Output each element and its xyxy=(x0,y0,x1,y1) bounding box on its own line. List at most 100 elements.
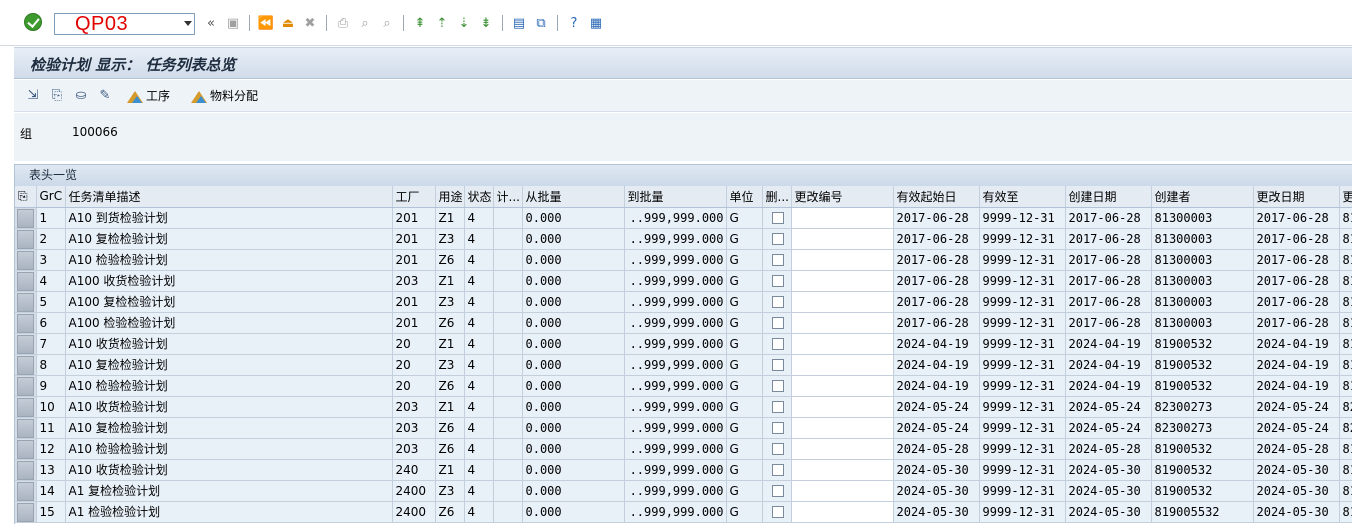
cell-grc[interactable]: 11 xyxy=(36,417,66,439)
cell-changed-on[interactable]: 2017-06-28 xyxy=(1253,249,1340,271)
column-header[interactable]: 工厂 xyxy=(392,186,436,208)
cell-to[interactable]: ..999,999.000 xyxy=(624,249,727,271)
cell-grc[interactable]: 2 xyxy=(36,228,66,250)
cell-from[interactable]: 0.000 xyxy=(522,459,625,481)
cell-changed-on[interactable]: 2017-06-28 xyxy=(1253,291,1340,313)
deletion-checkbox-cell[interactable] xyxy=(762,333,792,355)
column-header[interactable]: 计... xyxy=(493,186,523,208)
save-icon[interactable]: ▣ xyxy=(224,14,242,32)
cell-change[interactable] xyxy=(791,312,894,334)
cell-desc[interactable]: A1 检验检验计划 xyxy=(65,501,393,523)
shortcut-icon[interactable]: ⧉ xyxy=(532,14,550,32)
column-header[interactable]: 到批量 xyxy=(624,186,727,208)
cell-grc[interactable]: 7 xyxy=(36,333,66,355)
cell-valid-to[interactable]: 9999-12-31 xyxy=(979,480,1066,502)
cell-to[interactable]: ..999,999.000 xyxy=(624,459,727,481)
column-header[interactable]: 状态 xyxy=(464,186,494,208)
cell-changed-by[interactable]: 813 xyxy=(1339,249,1352,271)
cell-unit[interactable]: G xyxy=(726,249,763,271)
cell-valid-to[interactable]: 9999-12-31 xyxy=(979,249,1066,271)
cell-created-by[interactable]: 81300003 xyxy=(1151,228,1254,250)
cell-unit[interactable]: G xyxy=(726,438,763,460)
cell-changed-by[interactable]: 819 xyxy=(1339,438,1352,460)
cell-usage[interactable]: Z6 xyxy=(435,249,465,271)
cell-from[interactable]: 0.000 xyxy=(522,207,625,229)
command-field[interactable]: QP03 xyxy=(54,13,195,35)
cell-grc[interactable]: 9 xyxy=(36,375,66,397)
row-selector[interactable] xyxy=(15,207,37,229)
deletion-checkbox[interactable] xyxy=(771,338,784,350)
deletion-checkbox-cell[interactable] xyxy=(762,396,792,418)
cell-to[interactable]: ..999,999.000 xyxy=(624,501,727,523)
table-row[interactable]: 3 A10 检验检验计划 201 Z6 4 0.000 ..999,999.000 G 2017… xyxy=(15,249,1352,271)
cell-plan[interactable] xyxy=(493,459,523,481)
deletion-checkbox-cell[interactable] xyxy=(762,354,792,376)
cell-change[interactable] xyxy=(791,480,894,502)
cell-grc[interactable]: 5 xyxy=(36,291,66,313)
cell-plan[interactable] xyxy=(493,291,523,313)
cell-plan[interactable] xyxy=(493,207,523,229)
deletion-checkbox-cell[interactable] xyxy=(762,375,792,397)
cell-changed-by[interactable]: 819 xyxy=(1339,375,1352,397)
cell-plant[interactable]: 201 xyxy=(392,207,436,229)
cell-from[interactable]: 0.000 xyxy=(522,417,625,439)
cell-changed-on[interactable]: 2017-06-28 xyxy=(1253,270,1340,292)
cell-plant[interactable]: 203 xyxy=(392,417,436,439)
cell-from[interactable]: 0.000 xyxy=(522,270,625,292)
table-row[interactable]: 12 A10 检验检验计划 203 Z6 4 0.000 ..999,999.000 G 202… xyxy=(15,438,1352,460)
cell-change[interactable] xyxy=(791,459,894,481)
cell-valid-from[interactable]: 2024-05-28 xyxy=(893,438,980,460)
cell-changed-on[interactable]: 2017-06-28 xyxy=(1253,312,1340,334)
cell-from[interactable]: 0.000 xyxy=(522,333,625,355)
cell-plant[interactable]: 201 xyxy=(392,312,436,334)
deletion-checkbox-cell[interactable] xyxy=(762,207,792,229)
cell-unit[interactable]: G xyxy=(726,291,763,313)
cell-grc[interactable]: 15 xyxy=(36,501,66,523)
cell-grc[interactable]: 13 xyxy=(36,459,66,481)
table-row[interactable]: 5 A100 复检检验计划 201 Z3 4 0.000 ..999,999.000 G 201… xyxy=(15,291,1352,313)
cell-valid-from[interactable]: 2024-04-19 xyxy=(893,333,980,355)
cell-usage[interactable]: Z1 xyxy=(435,396,465,418)
column-header[interactable]: GrC xyxy=(36,186,66,208)
cell-changed-on[interactable]: 2024-04-19 xyxy=(1253,354,1340,376)
cell-valid-to[interactable]: 9999-12-31 xyxy=(979,459,1066,481)
cell-created-by[interactable]: 81300003 xyxy=(1151,249,1254,271)
deletion-checkbox[interactable] xyxy=(771,233,784,245)
row-selector[interactable] xyxy=(15,312,37,334)
cell-status[interactable]: 4 xyxy=(464,207,494,229)
column-header[interactable]: 有效至 xyxy=(979,186,1066,208)
cell-plant[interactable]: 2400 xyxy=(392,501,436,523)
cell-changed-on[interactable]: 2024-04-19 xyxy=(1253,375,1340,397)
cell-changed-on[interactable]: 2024-05-24 xyxy=(1253,396,1340,418)
cell-grc[interactable]: 3 xyxy=(36,249,66,271)
cell-to[interactable]: ..999,999.000 xyxy=(624,270,727,292)
cell-desc[interactable]: A100 检验检验计划 xyxy=(65,312,393,334)
cell-created-on[interactable]: 2024-04-19 xyxy=(1065,354,1152,376)
row-selector[interactable] xyxy=(15,228,37,250)
cell-plant[interactable]: 201 xyxy=(392,228,436,250)
cell-status[interactable]: 4 xyxy=(464,228,494,250)
column-header[interactable]: 创建者 xyxy=(1151,186,1254,208)
cell-changed-on[interactable]: 2024-05-30 xyxy=(1253,459,1340,481)
deletion-checkbox-cell[interactable] xyxy=(762,249,792,271)
cell-created-on[interactable]: 2017-06-28 xyxy=(1065,207,1152,229)
deletion-checkbox[interactable] xyxy=(771,296,784,308)
cell-from[interactable]: 0.000 xyxy=(522,480,625,502)
deletion-checkbox-cell[interactable] xyxy=(762,312,792,334)
table-row[interactable]: 7 A10 收货检验计划 20 Z1 4 0.000 ..999,999.000 G 2024-… xyxy=(15,333,1352,355)
cell-status[interactable]: 4 xyxy=(464,375,494,397)
cell-change[interactable] xyxy=(791,417,894,439)
cell-plant[interactable]: 240 xyxy=(392,459,436,481)
column-header[interactable]: 任务清单描述 xyxy=(65,186,393,208)
header-details-icon[interactable]: ⇲ xyxy=(24,87,42,105)
table-row[interactable]: 11 A10 复检检验计划 203 Z6 4 0.000 ..999,999.000 G 202… xyxy=(15,417,1352,439)
cell-from[interactable]: 0.000 xyxy=(522,291,625,313)
cell-created-on[interactable]: 2024-05-30 xyxy=(1065,480,1152,502)
cell-desc[interactable]: A10 检验检验计划 xyxy=(65,438,393,460)
cell-changed-by[interactable]: 823 xyxy=(1339,396,1352,418)
cell-to[interactable]: ..999,999.000 xyxy=(624,417,727,439)
cell-status[interactable]: 4 xyxy=(464,270,494,292)
cell-unit[interactable]: G xyxy=(726,417,763,439)
cell-created-by[interactable]: 81900532 xyxy=(1151,333,1254,355)
cell-valid-to[interactable]: 9999-12-31 xyxy=(979,501,1066,523)
